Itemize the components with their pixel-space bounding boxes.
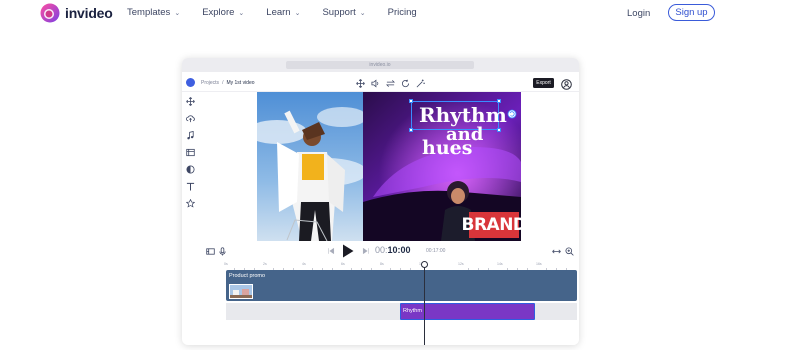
nav-templates-label: Templates [127,7,171,18]
nav-pricing[interactable]: Pricing [388,7,417,18]
media-icon[interactable] [185,147,196,158]
account-icon[interactable] [561,77,572,90]
signup-button[interactable]: Sign up [668,4,715,21]
nav-links: Templates ⌄ Explore ⌄ Learn ⌄ Support ⌄ Pric… [127,7,439,18]
skip-back-icon[interactable] [326,246,336,256]
ruler-label: 6s [341,262,345,266]
magic-wand-icon[interactable] [414,77,426,89]
brand-tag[interactable]: BRAND [461,212,527,238]
chevron-down-icon: ⌄ [359,9,366,17]
invideo-logo-icon [40,3,60,23]
nav-templates[interactable]: Templates ⌄ [127,7,180,18]
microphone-icon[interactable] [217,246,227,256]
app-logo-icon[interactable] [186,78,195,87]
logo[interactable]: invideo [40,3,113,23]
resize-handle[interactable] [409,99,413,103]
top-navigation: invideo Templates ⌄ Explore ⌄ Learn ⌄ Suppo… [0,0,800,26]
refresh-icon[interactable] [399,77,411,89]
nav-explore-label: Explore [202,7,235,18]
clip-thumbnail [229,284,253,299]
editor-header: Projects / My 1st video Export [182,74,579,92]
volume-icon[interactable] [369,77,381,89]
login-link[interactable]: Login [627,8,650,19]
clip-label: Product promo [229,273,266,279]
nav-pricing-label: Pricing [387,7,417,18]
current-time-value: 10:00 [387,245,411,255]
chevron-down-icon: ⌄ [238,9,245,17]
ruler-label: 12s [458,262,464,266]
chevron-down-icon: ⌄ [294,9,301,17]
current-time: 00:10:00 [375,245,411,255]
clip-label: Rhythm [403,308,422,314]
rotate-handle-icon[interactable] [507,106,517,124]
breadcrumb: Projects / My 1st video [201,80,255,86]
editor-preview-window: invideo.io Projects / My 1st video Expor… [182,58,579,345]
skip-forward-icon[interactable] [361,246,371,256]
current-time-prefix: 00: [375,245,388,255]
nav-learn[interactable]: Learn ⌄ [266,7,300,18]
chevron-down-icon: ⌄ [174,9,181,17]
video-track-clip[interactable]: Product promo [226,270,577,301]
headline-hues[interactable]: hues [422,137,472,159]
scene-settings-icon[interactable] [205,246,215,256]
resize-handle[interactable] [409,128,413,132]
breadcrumb-current[interactable]: My 1st video [226,80,254,86]
breadcrumb-separator: / [222,80,224,86]
timeline-panel: 00:10:00 00:17:00 0s 2s 4s 6s 8s 10s 12s… [200,241,579,345]
playback-controls: 00:10:00 00:17:00 [200,241,579,261]
upload-icon[interactable] [185,113,196,124]
nav-support-label: Support [322,7,356,18]
ruler-label: 14s [497,262,503,266]
ruler-label: 4s [302,262,306,266]
nav-explore[interactable]: Explore ⌄ [202,7,244,18]
fit-timeline-icon[interactable] [551,246,561,256]
shapes-icon[interactable] [185,164,196,175]
playhead-line[interactable] [424,263,425,345]
nav-learn-label: Learn [266,7,291,18]
swap-icon[interactable] [384,77,396,89]
total-time: 00:17:00 [426,248,446,254]
editor-toolbar [354,77,429,89]
text-icon[interactable] [185,181,196,192]
breadcrumb-projects[interactable]: Projects [201,80,219,86]
playhead-handle[interactable] [421,261,428,268]
export-button[interactable]: Export [533,78,554,88]
ruler-label: 0s [224,262,228,266]
move-tool-icon[interactable] [185,96,196,107]
move-icon[interactable] [354,77,366,89]
left-photo [257,92,363,241]
left-tool-rail [182,92,199,242]
ruler-label: 2s [263,262,267,266]
ruler-label: 16s [536,262,542,266]
star-icon[interactable] [185,198,196,209]
browser-url-bar: invideo.io [286,61,474,69]
resize-handle[interactable] [497,128,501,132]
brand-name: invideo [65,5,113,21]
text-track-clip[interactable]: Rhythm [400,303,535,320]
nav-support[interactable]: Support ⌄ [322,7,365,18]
zoom-icon[interactable] [564,246,574,256]
music-icon[interactable] [185,130,196,141]
browser-chrome: invideo.io [182,58,579,72]
video-canvas[interactable]: Rhythm and hues BRAND [257,92,527,241]
ruler-label: 8s [380,262,384,266]
play-button[interactable] [340,243,356,259]
